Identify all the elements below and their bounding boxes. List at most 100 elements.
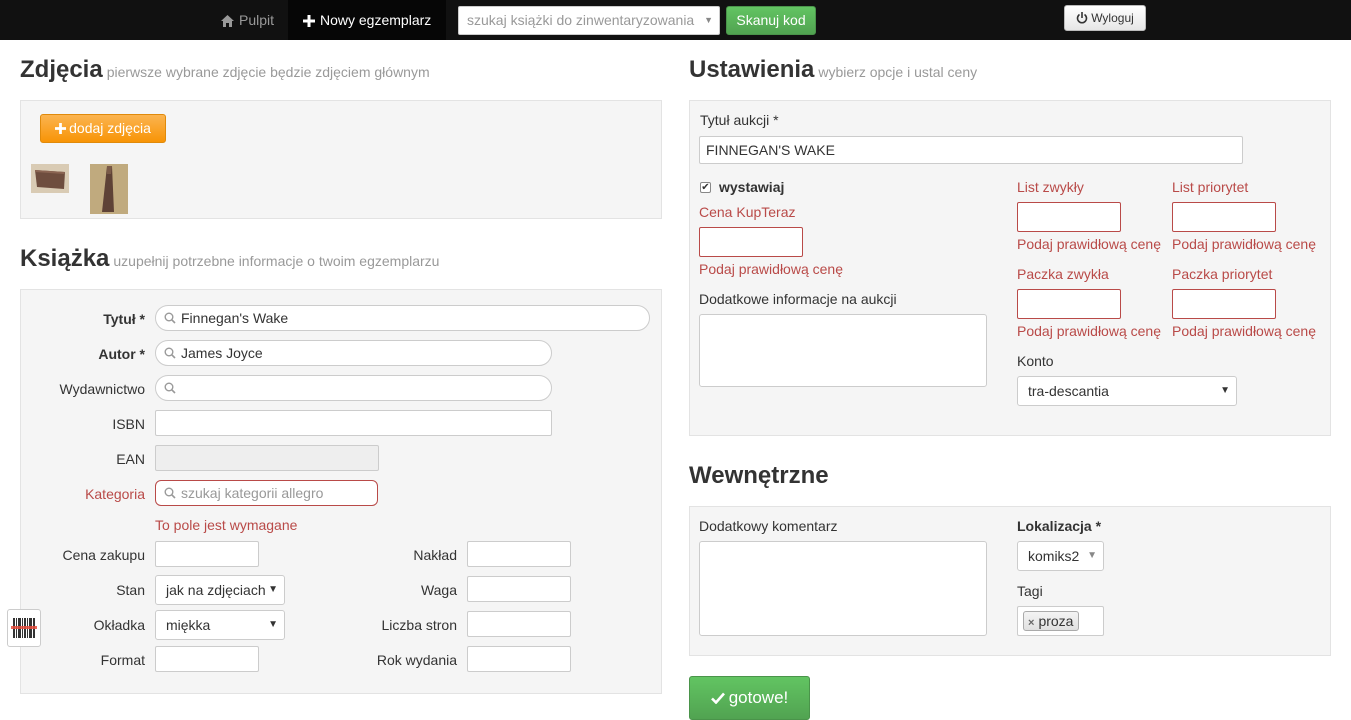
cover-label: Okładka (93, 617, 145, 633)
photo-thumbnail-1[interactable] (31, 164, 69, 193)
search-icon (164, 312, 176, 324)
check-icon (710, 692, 725, 705)
book-subtitle: uzupełnij potrzebne informacje o twoim e… (113, 253, 440, 269)
publisher-input[interactable] (155, 375, 552, 401)
letter-priority-label: List priorytet (1172, 179, 1249, 195)
isbn-label: ISBN (112, 416, 145, 432)
submit-button[interactable]: gotowe! (689, 676, 810, 720)
location-value: komiks2 (1028, 548, 1080, 564)
photos-heading: Zdjęcia pierwsze wybrane zdjęcie będzie z… (20, 56, 430, 83)
tag-label: proza (1038, 613, 1074, 629)
condition-select[interactable]: jak na zdjęciach ▼ (155, 575, 285, 605)
nav-new-copy-label: Nowy egzemplarz (320, 12, 432, 28)
category-input[interactable]: szukaj kategorii allegro (155, 480, 378, 506)
account-value: tra-descantia (1028, 383, 1109, 399)
buy-now-error: Podaj prawidłową cenę (699, 261, 843, 277)
title-label: Tytuł * (103, 311, 145, 327)
home-icon (221, 15, 234, 27)
title-input[interactable]: Finnegan's Wake (155, 305, 650, 331)
comment-textarea[interactable] (699, 541, 987, 636)
power-icon (1076, 12, 1088, 24)
purchase-price-label: Cena zakupu (62, 547, 145, 563)
add-photos-button[interactable]: dodaj zdjęcia (40, 114, 166, 143)
chevron-down-icon: ▼ (265, 576, 278, 604)
list-label: wystawiaj (719, 179, 785, 195)
parcel-priority-label: Paczka priorytet (1172, 266, 1273, 282)
pages-input[interactable] (467, 611, 571, 637)
format-input[interactable] (155, 646, 259, 672)
isbn-input[interactable] (155, 410, 552, 436)
list-checkbox[interactable]: ✔ (700, 182, 711, 193)
buy-now-input[interactable] (699, 227, 803, 257)
year-label: Rok wydania (376, 652, 457, 668)
letter-regular-error: Podaj prawidłową cenę (1017, 236, 1161, 252)
parcel-regular-error: Podaj prawidłową cenę (1017, 323, 1161, 339)
auction-title-value: FINNEGAN'S WAKE (706, 142, 835, 158)
search-icon (164, 347, 176, 359)
extra-info-label: Dodatkowe informacje na aukcji (699, 291, 897, 307)
letter-regular-input[interactable] (1017, 202, 1121, 232)
publisher-label: Wydawnictwo (59, 381, 145, 397)
barcode-icon (11, 618, 37, 638)
nav-dashboard-label: Pulpit (239, 12, 275, 28)
account-label: Konto (1017, 353, 1054, 369)
add-photos-label: dodaj zdjęcia (69, 120, 151, 136)
internal-heading: Wewnętrzne (689, 462, 829, 489)
book-heading: Książka uzupełnij potrzebne informacje o … (20, 245, 440, 272)
search-icon (164, 487, 176, 499)
ean-label: EAN (116, 451, 145, 467)
book-search-placeholder: szukaj książki do zinwentaryzowania (467, 12, 695, 28)
print-run-label: Nakład (413, 547, 457, 563)
comment-label: Dodatkowy komentarz (699, 518, 838, 534)
weight-label: Waga (420, 582, 457, 598)
scan-button[interactable]: Skanuj kod (726, 6, 816, 35)
remove-tag-icon[interactable]: × (1028, 617, 1034, 629)
tag-chip[interactable]: × proza (1023, 611, 1080, 631)
top-navbar: Pulpit Nowy egzemplarz szukaj książki do… (0, 0, 1351, 40)
submit-label: gotowe! (728, 688, 789, 707)
year-input[interactable] (467, 646, 571, 672)
buy-now-label: Cena KupTeraz (699, 204, 796, 220)
nav-new-copy[interactable]: Nowy egzemplarz (288, 0, 447, 40)
auction-title-label: Tytuł aukcji * (700, 112, 779, 128)
chevron-down-icon: ▼ (268, 619, 278, 630)
chevron-down-icon: ▼ (1087, 550, 1097, 561)
barcode-scanner-button[interactable] (7, 609, 41, 647)
parcel-priority-error: Podaj prawidłową cenę (1172, 323, 1316, 339)
search-icon (164, 382, 176, 394)
photos-subtitle: pierwsze wybrane zdjęcie będzie zdjęciem… (106, 64, 430, 80)
purchase-price-input[interactable] (155, 541, 259, 567)
title-value: Finnegan's Wake (181, 310, 289, 326)
nav-dashboard[interactable]: Pulpit (221, 0, 274, 40)
location-label: Lokalizacja * (1017, 518, 1102, 534)
parcel-regular-input[interactable] (1017, 289, 1121, 319)
author-label: Autor * (98, 346, 145, 362)
author-value: James Joyce (181, 345, 263, 361)
ean-input (155, 445, 379, 471)
cover-select[interactable]: miękka ▼ (155, 610, 285, 640)
auction-title-input[interactable]: FINNEGAN'S WAKE (699, 136, 1243, 164)
format-label: Format (100, 652, 145, 668)
book-search-select[interactable]: szukaj książki do zinwentaryzowania ▼ (458, 6, 720, 35)
pages-label: Liczba stron (381, 617, 457, 633)
author-input[interactable]: James Joyce (155, 340, 552, 366)
category-label: Kategoria (85, 486, 145, 502)
tags-label: Tagi (1017, 583, 1043, 599)
settings-subtitle: wybierz opcje i ustal ceny (818, 64, 978, 80)
condition-label: Stan (116, 582, 145, 598)
category-placeholder: szukaj kategorii allegro (181, 485, 324, 501)
photo-thumbnail-2[interactable] (90, 164, 128, 214)
extra-info-textarea[interactable] (699, 314, 987, 387)
letter-regular-label: List zwykły (1017, 179, 1084, 195)
letter-priority-input[interactable] (1172, 202, 1276, 232)
location-select[interactable]: komiks2 ▼ (1017, 541, 1104, 571)
parcel-priority-input[interactable] (1172, 289, 1276, 319)
account-select[interactable]: tra-descantia ▼ (1017, 376, 1237, 406)
weight-input[interactable] (467, 576, 571, 602)
plus-icon (55, 123, 67, 134)
chevron-down-icon: ▼ (704, 15, 713, 25)
condition-value: jak na zdjęciach (166, 582, 266, 598)
print-run-input[interactable] (467, 541, 571, 567)
chevron-down-icon: ▼ (1220, 385, 1230, 396)
logout-button[interactable]: Wyloguj (1064, 5, 1146, 31)
